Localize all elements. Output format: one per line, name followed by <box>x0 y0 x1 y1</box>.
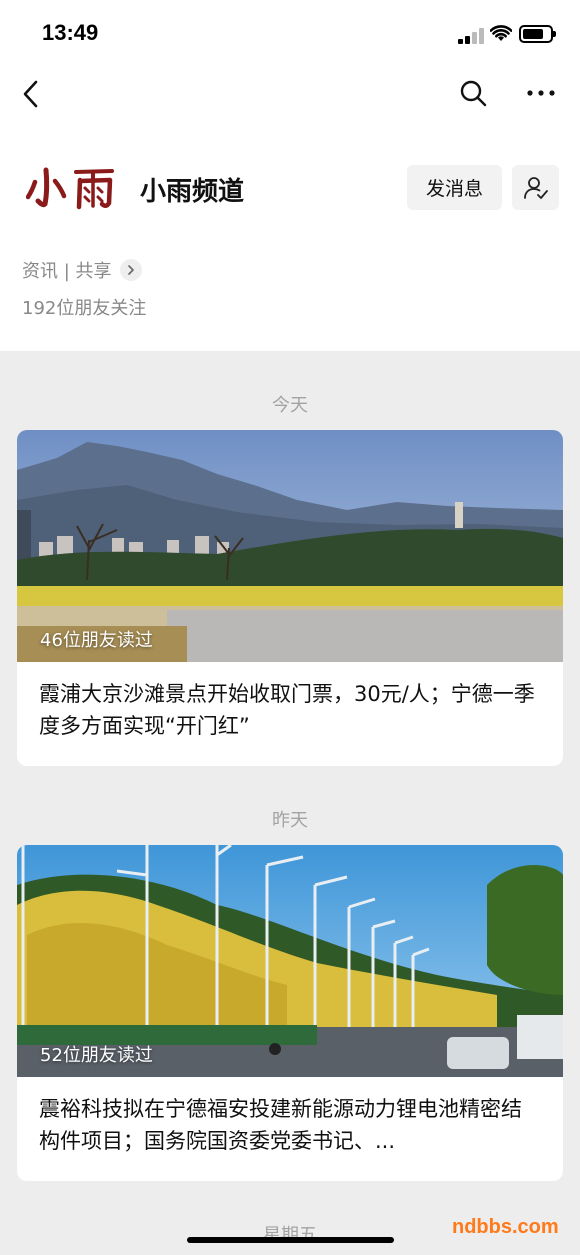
read-count: 46位朋友读过 <box>40 630 153 651</box>
home-indicator <box>187 1237 394 1243</box>
channel-logo <box>26 167 114 210</box>
article-image-mountain-beach: 46位朋友读过 <box>17 430 563 662</box>
site-watermark: ndbbs.com <box>452 1216 559 1238</box>
category-link[interactable]: 资讯 | 共享 <box>22 257 142 283</box>
followers-count: 192位朋友关注 <box>22 298 147 319</box>
read-count: 52位朋友读过 <box>40 1045 153 1066</box>
channel-name: 小雨频道 <box>140 177 245 207</box>
cellular-signal-icon <box>458 28 484 44</box>
wifi-icon <box>490 25 512 41</box>
nav-bar <box>0 66 580 126</box>
user-check-icon <box>523 176 548 199</box>
chevron-right-icon <box>119 259 142 281</box>
article-image-street-trees: 52位朋友读过 <box>17 845 563 1077</box>
status-bar: 13:49 <box>0 0 580 66</box>
article-card[interactable]: 46位朋友读过 霞浦大京沙滩景点开始收取门票，30元/人；宁德一季度多方面实现“… <box>17 430 563 766</box>
search-icon[interactable] <box>458 78 488 108</box>
followed-button[interactable] <box>512 165 559 210</box>
article-title[interactable]: 霞浦大京沙滩景点开始收取门票，30元/人；宁德一季度多方面实现“开门红” <box>17 662 563 766</box>
send-message-button[interactable]: 发消息 <box>407 165 502 210</box>
back-icon[interactable] <box>20 78 44 110</box>
channel-profile: 小雨频道 发消息 资讯 | 共享 192位朋友关注 <box>0 126 580 351</box>
category-label: 资讯 | 共享 <box>22 261 112 282</box>
day-label-today: 今天 <box>272 395 308 416</box>
battery-icon <box>519 25 556 43</box>
more-icon[interactable] <box>524 78 558 108</box>
status-time: 13:49 <box>42 20 99 45</box>
article-card[interactable]: 52位朋友读过 震裕科技拟在宁德福安投建新能源动力锂电池精密结构件项目；国务院国… <box>17 845 563 1181</box>
article-title[interactable]: 震裕科技拟在宁德福安投建新能源动力锂电池精密结构件项目；国务院国资委党委书记、.… <box>17 1077 563 1181</box>
day-label-yesterday: 昨天 <box>272 810 308 831</box>
